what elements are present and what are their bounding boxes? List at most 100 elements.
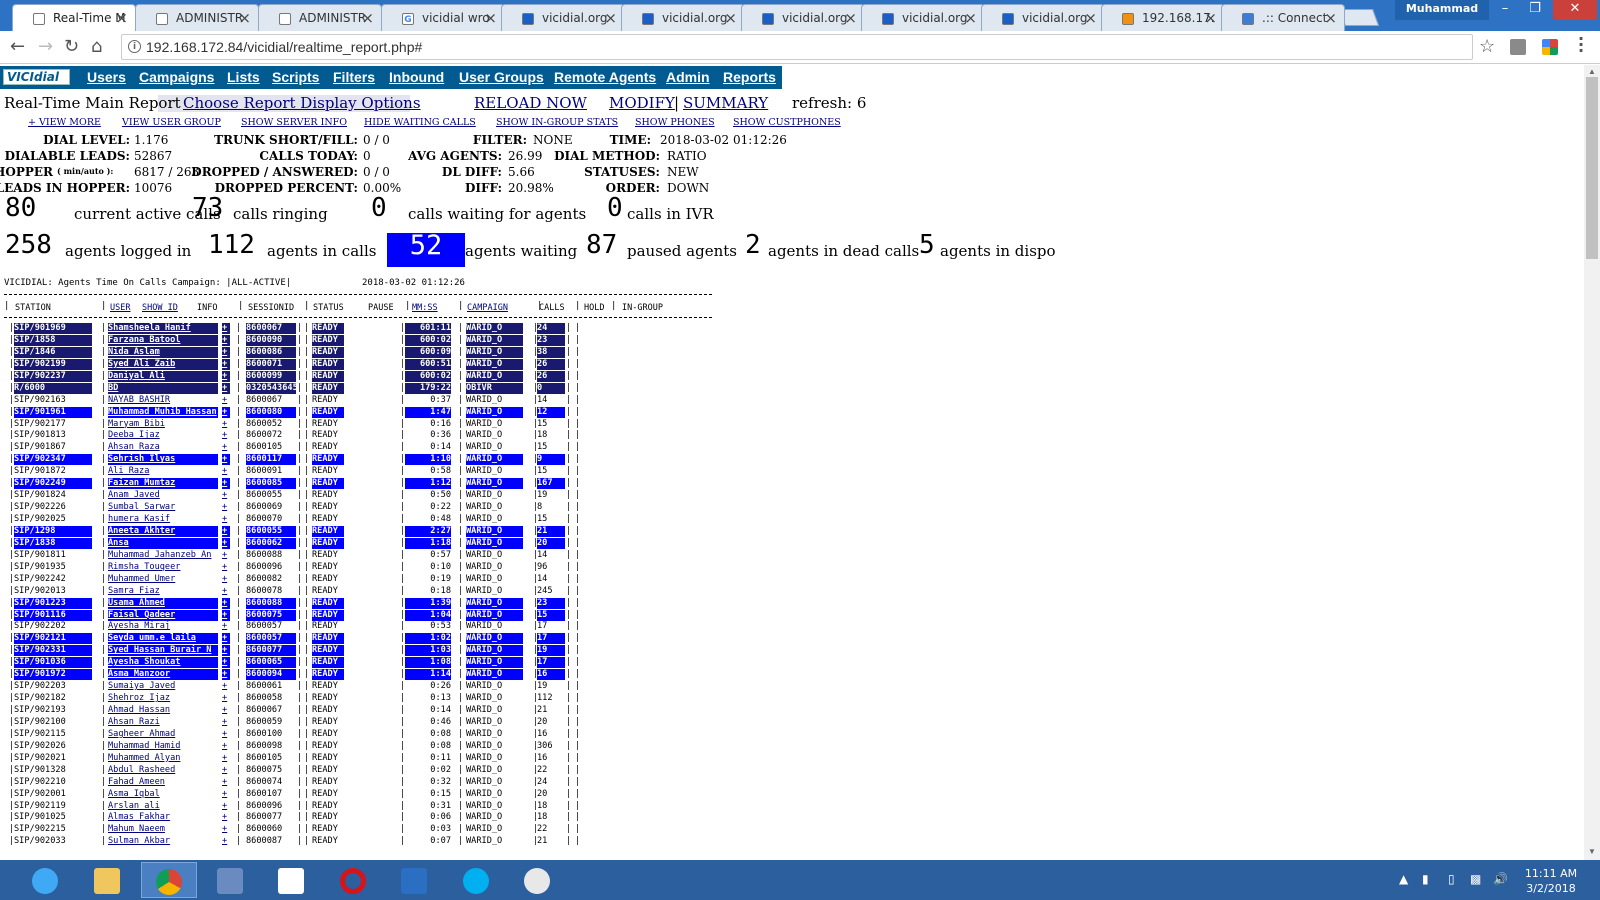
reload-icon[interactable]: ↻: [64, 36, 79, 57]
user-name-cell[interactable]: Ali Raza: [108, 466, 218, 477]
tab-close-icon[interactable]: ×: [844, 9, 857, 27]
info-plus-cell[interactable]: +: [222, 323, 230, 334]
info-plus-cell[interactable]: +: [222, 753, 230, 764]
user-name-cell[interactable]: Muhammed Alyan: [108, 753, 218, 764]
info-plus-cell[interactable]: +: [222, 525, 230, 537]
user-name-cell[interactable]: Asma Manzoor: [108, 669, 218, 681]
user-name-cell[interactable]: Abdul Rasheed: [108, 765, 218, 776]
sublink-view-more[interactable]: + VIEW MORE: [28, 117, 101, 128]
header-campaign[interactable]: CAMPAIGN: [467, 303, 508, 313]
bookmark-star-icon[interactable]: ☆: [1479, 36, 1495, 57]
user-name-cell[interactable]: Fahad Ameen: [108, 777, 218, 788]
user-name-cell[interactable]: Sulman Akbar: [108, 836, 218, 847]
info-plus-cell[interactable]: +: [222, 824, 230, 835]
info-plus-cell[interactable]: +: [222, 406, 230, 418]
user-name-cell[interactable]: BD: [108, 382, 218, 394]
info-plus-cell[interactable]: +: [222, 789, 230, 800]
browser-tab[interactable]: ADMINISTR ×: [135, 4, 259, 31]
tab-close-icon[interactable]: ×: [484, 9, 497, 27]
user-name-cell[interactable]: Muhammed Umer: [108, 574, 218, 585]
nav-admin[interactable]: Admin: [666, 69, 710, 85]
scroll-down-icon[interactable]: ▼: [1588, 847, 1596, 856]
sublink-hide-waiting-calls[interactable]: HIDE WAITING CALLS: [364, 117, 476, 128]
user-name-cell[interactable]: Shamsheela Hanif: [108, 323, 218, 334]
info-plus-cell[interactable]: +: [222, 657, 230, 669]
taskbar-chrome-button[interactable]: [141, 862, 197, 898]
user-name-cell[interactable]: Maryam Bibi: [108, 419, 218, 430]
user-name-cell[interactable]: Usama Ahmed: [108, 597, 218, 609]
nav-user-groups[interactable]: User Groups: [459, 69, 544, 85]
user-name-cell[interactable]: Muhammad Hamid: [108, 741, 218, 752]
scroll-up-icon[interactable]: ▲: [1588, 67, 1596, 76]
browser-menu-icon[interactable]: · · ·: [1578, 31, 1584, 59]
user-name-cell[interactable]: Ahsan Razi: [108, 717, 218, 728]
user-name-cell[interactable]: Rimsha Touqeer: [108, 562, 218, 573]
info-plus-cell[interactable]: +: [222, 669, 230, 681]
info-plus-cell[interactable]: +: [222, 550, 230, 561]
user-name-cell[interactable]: Ayesha Miraj: [108, 621, 218, 632]
browser-tab[interactable]: vicidial.org ×: [861, 4, 985, 31]
header-user[interactable]: USER: [110, 303, 130, 313]
home-icon[interactable]: ⌂: [91, 36, 102, 57]
user-name-cell[interactable]: Ahmad Hassan: [108, 705, 218, 716]
info-plus-cell[interactable]: +: [222, 729, 230, 740]
system-clock[interactable]: 11:11 AM 3/2/2018: [1518, 866, 1584, 896]
browser-tab[interactable]: vicidial.org ×: [501, 4, 625, 31]
info-plus-cell[interactable]: +: [222, 765, 230, 776]
tab-close-icon[interactable]: ×: [724, 9, 737, 27]
user-name-cell[interactable]: Anam Javed: [108, 490, 218, 501]
tray-arrow-icon[interactable]: ▲: [1399, 872, 1408, 886]
info-plus-cell[interactable]: +: [222, 801, 230, 812]
user-name-cell[interactable]: Shehroz Ijaz: [108, 693, 218, 704]
user-name-cell[interactable]: humera Kasif: [108, 514, 218, 525]
user-name-cell[interactable]: Ansa: [108, 537, 218, 549]
info-plus-cell[interactable]: +: [222, 597, 230, 609]
choose-display-options-link[interactable]: Choose Report Display Options: [183, 94, 421, 112]
browser-tab[interactable]: .:: Connect ×: [1221, 4, 1345, 31]
site-info-icon[interactable]: i: [128, 40, 141, 53]
modify-link[interactable]: MODIFY: [609, 94, 675, 112]
tray-volume-icon[interactable]: 🔊: [1493, 872, 1508, 886]
info-plus-cell[interactable]: +: [222, 717, 230, 728]
user-name-cell[interactable]: Faizan Mumtaz: [108, 478, 218, 490]
browser-tab[interactable]: vicidial.org ×: [741, 4, 865, 31]
tab-close-icon[interactable]: ×: [1084, 9, 1097, 27]
user-name-cell[interactable]: Sumaiya Javed: [108, 681, 218, 692]
extension-icon[interactable]: [1510, 39, 1526, 55]
info-plus-cell[interactable]: +: [222, 836, 230, 847]
user-name-cell[interactable]: Sehrish Ilyas: [108, 454, 218, 466]
browser-profile-user[interactable]: Muhammad: [1395, 0, 1489, 20]
taskbar-ie-button[interactable]: [18, 862, 74, 898]
user-name-cell[interactable]: Samra Fiaz: [108, 586, 218, 597]
header-show-id[interactable]: SHOW ID: [142, 303, 178, 313]
info-plus-cell[interactable]: +: [222, 693, 230, 704]
nav-users[interactable]: Users: [87, 69, 126, 85]
tab-close-icon[interactable]: ×: [361, 9, 374, 27]
taskbar-vnc-button[interactable]: [264, 862, 320, 898]
info-plus-cell[interactable]: +: [222, 586, 230, 597]
user-name-cell[interactable]: Seyda umm.e laila: [108, 633, 218, 645]
info-plus-cell[interactable]: +: [222, 490, 230, 501]
info-plus-cell[interactable]: +: [222, 502, 230, 513]
user-name-cell[interactable]: Mahum Naeem: [108, 824, 218, 835]
sublink-view-user-group[interactable]: VIEW USER GROUP: [122, 117, 221, 128]
browser-tab[interactable]: Real-Time M ×: [12, 4, 136, 31]
info-plus-cell[interactable]: +: [222, 395, 230, 406]
info-plus-cell[interactable]: +: [222, 514, 230, 525]
user-name-cell[interactable]: Sagheer Ahmad: [108, 729, 218, 740]
info-plus-cell[interactable]: +: [222, 705, 230, 716]
nav-scripts[interactable]: Scripts: [272, 69, 319, 85]
address-bar[interactable]: i 192.168.172.84/vicidial/realtime_repor…: [121, 34, 1473, 60]
minimize-icon[interactable]: –: [1490, 0, 1520, 20]
info-plus-cell[interactable]: +: [222, 621, 230, 632]
info-plus-cell[interactable]: +: [222, 562, 230, 573]
info-plus-cell[interactable]: +: [222, 358, 230, 370]
taskbar-explorer-button[interactable]: [80, 862, 136, 898]
nav-campaigns[interactable]: Campaigns: [139, 69, 214, 85]
user-name-cell[interactable]: Aneeta Akhter: [108, 525, 218, 537]
tab-close-icon[interactable]: ×: [1204, 9, 1217, 27]
user-name-cell[interactable]: Syed Ali Zaib: [108, 358, 218, 370]
browser-tab[interactable]: Gvicidial wro ×: [381, 4, 505, 31]
info-plus-cell[interactable]: +: [222, 741, 230, 752]
user-name-cell[interactable]: Sumbal Sarwar: [108, 502, 218, 513]
